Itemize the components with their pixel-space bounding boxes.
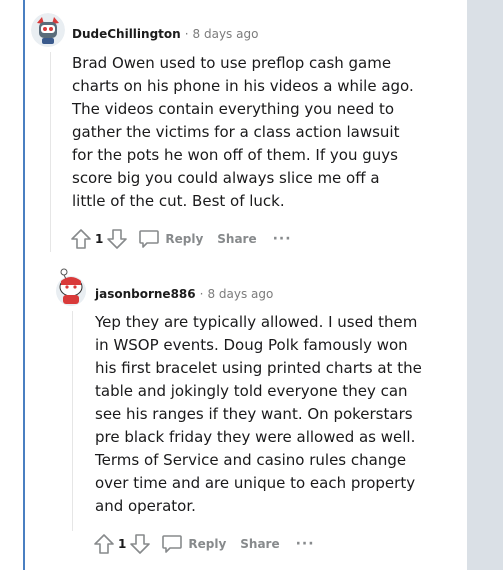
share-button[interactable]: Share [240,537,279,551]
more-options-button[interactable]: ··· [296,536,315,552]
meta-separator: · [184,27,189,41]
speech-bubble-icon [139,230,160,248]
speech-bubble-icon [162,535,183,553]
more-options-button[interactable]: ··· [273,231,292,247]
thread-line[interactable] [72,311,73,531]
share-label: Share [217,232,257,246]
thread-collapse-rail[interactable] [23,0,25,570]
comment-body: Brad Owen used to use preflop cash game … [72,54,414,210]
share-button[interactable]: Share [217,232,256,246]
comment-body: Yep they are typically allowed. I used t… [95,313,422,515]
comment-meta: DudeChillington · 8 days ago [72,25,258,42]
downvote-button[interactable] [129,533,151,555]
comment-author[interactable]: jasonborne886 [95,287,196,301]
meta-separator: · [199,287,204,301]
vote-count: 1 [95,232,104,246]
arrow-down-icon [107,229,128,249]
comment-actions: 1 Reply Share ··· [93,532,315,556]
share-label: Share [240,537,280,551]
downvote-button[interactable] [106,228,128,250]
arrow-down-icon [130,534,151,554]
thread-line[interactable] [50,52,51,252]
snoo-avatar-icon [56,268,86,306]
reply-label: Reply [165,232,204,246]
comment-thread-panel: DudeChillington · 8 days ago Brad Owen use… [0,0,467,570]
avatar[interactable] [31,13,65,47]
reply-button[interactable]: Reply [161,534,226,554]
comment-author[interactable]: DudeChillington [72,27,181,41]
arrow-up-icon [71,229,91,249]
comment-actions: 1 Reply Share ··· [70,227,292,251]
vote-count: 1 [118,537,127,551]
upvote-button[interactable] [93,533,115,555]
arrow-up-icon [94,534,114,554]
reply-label: Reply [188,537,227,551]
robot-avatar-icon [31,13,65,47]
upvote-button[interactable] [70,228,92,250]
comment-timestamp[interactable]: 8 days ago [193,27,259,41]
comment-meta: jasonborne886 · 8 days ago [95,285,273,302]
reply-button[interactable]: Reply [138,229,203,249]
comment-timestamp[interactable]: 8 days ago [207,287,273,301]
avatar[interactable] [54,267,88,307]
